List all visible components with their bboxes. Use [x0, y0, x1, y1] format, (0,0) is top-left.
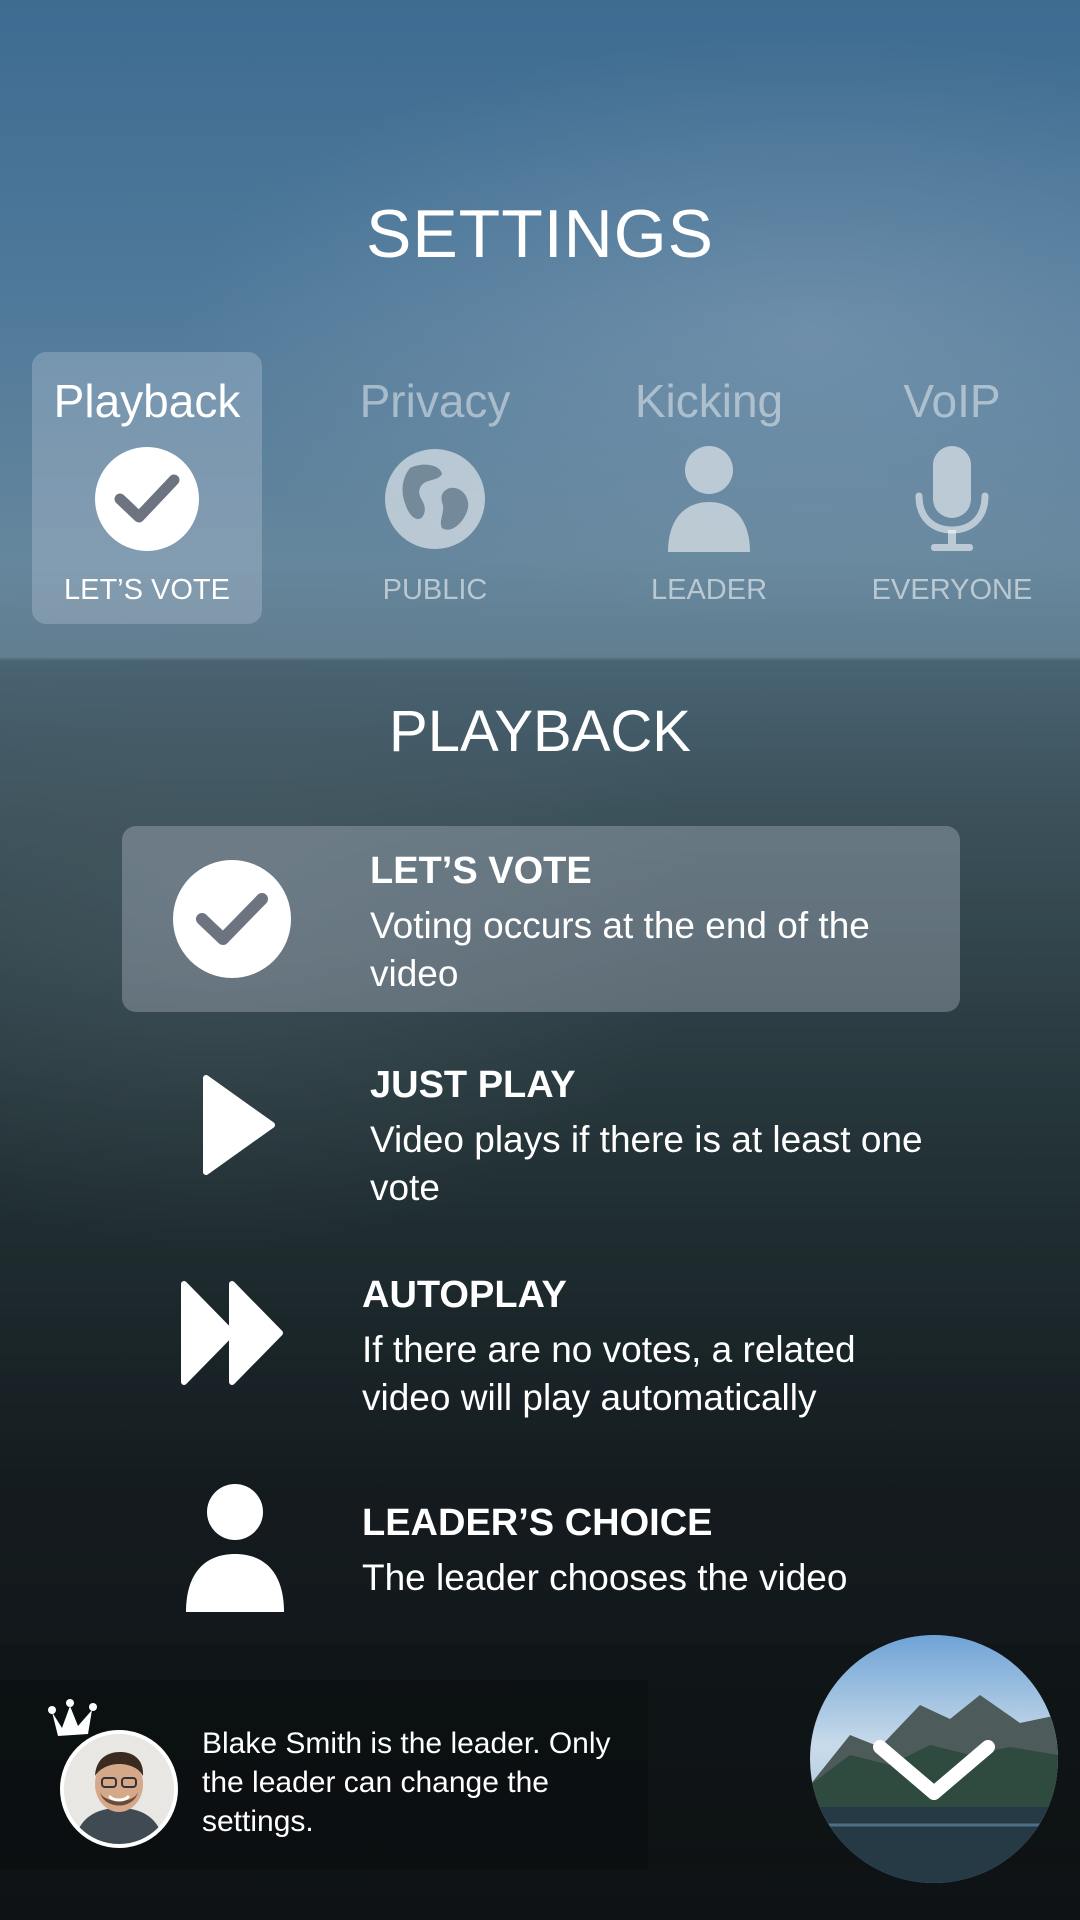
- option-description: The leader chooses the video: [362, 1557, 848, 1598]
- option-text: LET’S VOTE Voting occurs at the end of t…: [370, 848, 910, 998]
- option-just-play[interactable]: JUST PLAY Video plays if there is at lea…: [122, 1040, 960, 1226]
- tab-kicking[interactable]: Kicking LEADER: [594, 352, 824, 624]
- leader-message: Blake Smith is the leader. Only the lead…: [202, 1727, 611, 1838]
- tab-value: PUBLIC: [382, 574, 488, 606]
- option-description: Video plays if there is at least one vot…: [370, 1119, 923, 1208]
- tab-playback[interactable]: Playback LET’S VOTE: [32, 352, 262, 624]
- option-name: LEADER’S CHOICE: [362, 1502, 713, 1544]
- crown-icon: [48, 1699, 97, 1736]
- person-icon: [186, 1484, 284, 1612]
- tab-value: LEADER: [650, 574, 768, 606]
- option-description: If there are no votes, a related video w…: [362, 1329, 856, 1418]
- chevron-down-icon: [810, 1635, 1058, 1883]
- tab-label: Kicking: [634, 375, 784, 427]
- option-lets-vote[interactable]: LET’S VOTE Voting occurs at the end of t…: [122, 826, 960, 1012]
- tab-voip[interactable]: VoIP EVERYONE: [837, 352, 1067, 624]
- option-text: AUTOPLAY If there are no votes, a relate…: [362, 1272, 952, 1422]
- page-title: SETTINGS: [365, 196, 715, 272]
- settings-tabs: Playback LET’S VOTE Privacy PUBLIC Kicki…: [0, 352, 1080, 624]
- check-circle-icon: [95, 447, 199, 551]
- tab-privacy[interactable]: Privacy PUBLIC: [320, 352, 550, 624]
- tab-value: EVERYONE: [871, 574, 1033, 606]
- tab-value: LET’S VOTE: [64, 574, 230, 606]
- option-text: LEADER’S CHOICE The leader chooses the v…: [362, 1500, 952, 1602]
- play-icon: [203, 1075, 275, 1175]
- option-name: LET’S VOTE: [370, 850, 592, 892]
- tab-label: Privacy: [359, 375, 511, 427]
- leader-photo: [64, 1734, 174, 1844]
- option-text: JUST PLAY Video plays if there is at lea…: [370, 1062, 930, 1212]
- option-leaders-choice[interactable]: LEADER’S CHOICE The leader chooses the v…: [122, 1470, 960, 1620]
- option-name: JUST PLAY: [370, 1064, 576, 1106]
- avatar[interactable]: [60, 1730, 178, 1848]
- microphone-icon: [915, 446, 989, 551]
- option-autoplay[interactable]: AUTOPLAY If there are no votes, a relate…: [122, 1250, 960, 1436]
- tab-label: Playback: [53, 375, 241, 427]
- collapse-button[interactable]: [810, 1635, 1058, 1883]
- tab-label: VoIP: [903, 375, 1001, 427]
- fast-forward-icon: [181, 1281, 283, 1385]
- globe-icon: [385, 449, 485, 549]
- section-title: PLAYBACK: [389, 699, 691, 764]
- check-circle-icon: [173, 860, 291, 978]
- option-name: AUTOPLAY: [362, 1274, 567, 1316]
- option-description: Voting occurs at the end of the video: [370, 905, 870, 994]
- person-icon: [668, 446, 750, 552]
